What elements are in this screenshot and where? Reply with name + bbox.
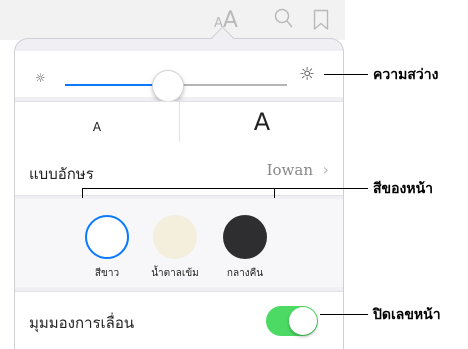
scrolling-view-row: มุมมองการเลื่อน [15, 291, 343, 349]
themes-callout-label: สีของหน้า [373, 181, 434, 197]
brightness-row: ☼ ☼ [15, 51, 343, 102]
sun-large-icon: ☼ [299, 64, 316, 85]
appearance-popover: ☼ ☼ A A แบบอักษร Iowan › สีขาว น้ำตาลเข้… [14, 38, 344, 349]
theme-row: สีขาว น้ำตาลเข้ม กลางคืน [15, 199, 343, 287]
themes-bracket-right [274, 188, 275, 198]
font-value: Iowan [266, 161, 313, 179]
font-label: แบบอักษร [29, 165, 94, 183]
theme-white-swatch[interactable] [85, 215, 129, 259]
themes-bracket-top [82, 188, 368, 189]
decrease-font-size-button[interactable]: A [15, 120, 179, 134]
bookmark-icon[interactable] [313, 9, 329, 35]
scrolling-view-label: มุมมองการเลื่อน [29, 314, 135, 332]
font-size-row: A A [15, 101, 343, 151]
brightness-track-inactive [167, 84, 287, 86]
scrolling-callout-line [320, 314, 368, 315]
chevron-right-icon: › [322, 160, 329, 179]
scrolling-callout-label: ปิดเลขหน้า [373, 307, 441, 323]
scrolling-view-toggle[interactable] [266, 306, 318, 336]
themes-bracket-left [82, 188, 83, 198]
theme-sepia-label: น้ำตาลเข้ม [151, 268, 199, 279]
sun-small-icon: ☼ [35, 71, 46, 85]
brightness-callout-line [324, 74, 368, 75]
increase-font-size-button[interactable]: A [179, 102, 343, 142]
theme-night-swatch[interactable] [223, 215, 267, 259]
reader-toolbar: AA [0, 0, 345, 40]
search-icon[interactable] [274, 8, 294, 34]
brightness-callout-label: ความสว่าง [373, 67, 439, 83]
toggle-knob [289, 307, 317, 335]
theme-night-label: กลางคืน [226, 268, 264, 279]
brightness-slider-thumb[interactable] [152, 70, 185, 102]
theme-sepia-swatch[interactable] [153, 215, 197, 259]
